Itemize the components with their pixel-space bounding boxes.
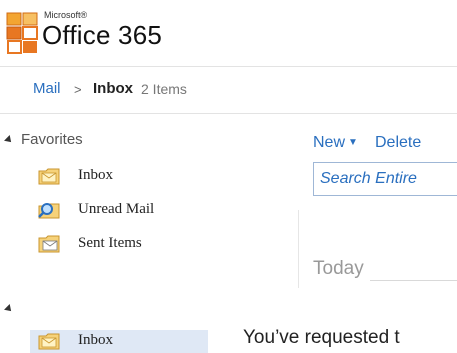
inbox-icon — [38, 333, 60, 350]
product-title: Office 365 — [42, 20, 163, 50]
pane-divider — [298, 210, 299, 288]
breadcrumb-separator-icon: > — [74, 82, 82, 97]
search-box[interactable] — [313, 162, 457, 196]
sent-items-icon — [38, 235, 60, 253]
sidebar-item-unread-mail[interactable]: Unread Mail — [38, 199, 208, 223]
chevron-down-icon: ▼ — [348, 137, 358, 149]
new-button[interactable]: New ▼ — [313, 134, 358, 152]
sidebar-item-label: Unread Mail — [78, 201, 155, 217]
sidebar-item-label: Inbox — [78, 332, 113, 348]
delete-button[interactable]: Delete — [375, 134, 421, 152]
office-logo-icon — [6, 12, 38, 54]
sidebar-item-sent-items[interactable]: Sent Items — [38, 233, 208, 257]
new-button-label: New — [313, 134, 346, 151]
office-logo: Microsoft® Office 365 — [6, 6, 246, 56]
search-input[interactable] — [320, 164, 457, 194]
breadcrumb-mail-link[interactable]: Mail — [33, 80, 61, 97]
search-folder-icon — [38, 203, 60, 219]
sidebar-item-inbox[interactable]: Inbox — [38, 165, 208, 189]
breadcrumb: Mail > Inbox 2 Items — [0, 66, 457, 114]
message-group-header: Today — [313, 258, 364, 279]
group-divider — [370, 280, 457, 281]
sidebar-item-label: Sent Items — [78, 235, 142, 251]
item-count: 2 Items — [141, 81, 187, 97]
sidebar-item-label: Inbox — [78, 167, 113, 183]
favorites-heading[interactable]: Favorites — [21, 131, 83, 148]
breadcrumb-current-folder: Inbox — [93, 80, 133, 97]
collapse-triangle-icon[interactable] — [4, 135, 14, 145]
inbox-icon — [38, 168, 60, 185]
owa-window: Microsoft® Office 365 Mail > Inbox 2 Ite… — [0, 0, 457, 353]
notification-text: You’ve requested t — [243, 327, 400, 348]
collapse-triangle-icon[interactable] — [4, 304, 14, 314]
microsoft-wordmark: Microsoft® — [44, 10, 88, 20]
sidebar-folder-inbox[interactable]: Inbox — [30, 330, 208, 353]
